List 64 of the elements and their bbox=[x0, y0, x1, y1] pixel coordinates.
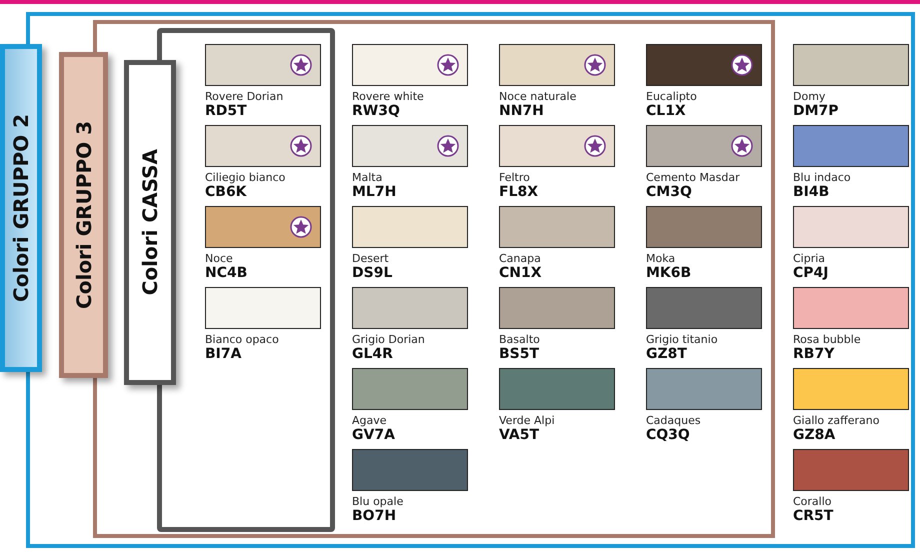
color-code: BI4B bbox=[793, 184, 830, 200]
color-code: GZ8T bbox=[646, 346, 688, 362]
color-code: CM3Q bbox=[646, 184, 693, 200]
color-name: Rovere white bbox=[352, 91, 425, 103]
color-name: Blu indaco bbox=[793, 172, 852, 184]
color-code: ML7H bbox=[352, 184, 398, 200]
color-name: Domy bbox=[793, 91, 826, 103]
color-code: VA5T bbox=[499, 427, 540, 443]
star-badge-icon bbox=[290, 54, 312, 76]
color-name: Basalto bbox=[499, 334, 541, 346]
color-name: Grigio titanio bbox=[646, 334, 719, 346]
color-code: CP4J bbox=[793, 265, 830, 281]
color-name: Blu opale bbox=[352, 496, 404, 508]
color-code: CR5T bbox=[793, 508, 834, 524]
star-badge-icon bbox=[437, 135, 459, 157]
color-code: RW3Q bbox=[352, 103, 401, 119]
star-badge-icon bbox=[584, 135, 606, 157]
color-name: Verde Alpi bbox=[499, 415, 556, 427]
color-name: Grigio Dorian bbox=[352, 334, 426, 346]
color-code: BS5T bbox=[499, 346, 540, 362]
color-code: FL8X bbox=[499, 184, 540, 200]
color-name: Giallo zafferano bbox=[793, 415, 880, 427]
star-badge-icon bbox=[731, 54, 753, 76]
color-name: Feltro bbox=[499, 172, 531, 184]
color-code: GL4R bbox=[352, 346, 394, 362]
color-name: Cipria bbox=[793, 253, 826, 265]
color-name: Malta bbox=[352, 172, 384, 184]
group-label: Colori GRUPPO 2 bbox=[0, 44, 42, 372]
color-code: CN1X bbox=[499, 265, 543, 281]
color-name: Cadaques bbox=[646, 415, 702, 427]
color-name: Eucalipto bbox=[646, 91, 698, 103]
star-badge-icon bbox=[437, 54, 459, 76]
color-code: BI7A bbox=[205, 346, 242, 362]
color-code: GZ8A bbox=[793, 427, 836, 443]
color-code: CL1X bbox=[646, 103, 687, 119]
group-label: Colori CASSA bbox=[124, 60, 176, 385]
color-code: CQ3Q bbox=[646, 427, 691, 443]
star-badge-icon bbox=[731, 135, 753, 157]
color-code: BO7H bbox=[352, 508, 398, 524]
color-name: Moka bbox=[646, 253, 676, 265]
color-name: Rosa bubble bbox=[793, 334, 862, 346]
color-name: Cemento Masdar bbox=[646, 172, 741, 184]
color-name: Canapa bbox=[499, 253, 542, 265]
star-badge-icon bbox=[290, 135, 312, 157]
color-code: DM7P bbox=[793, 103, 840, 119]
color-name: Ciliegio bianco bbox=[205, 172, 286, 184]
color-name: Agave bbox=[352, 415, 388, 427]
star-badge-icon bbox=[584, 54, 606, 76]
color-name: Rovere Dorian bbox=[205, 91, 284, 103]
group-label: Colori GRUPPO 3 bbox=[59, 52, 108, 378]
color-code: MK6B bbox=[646, 265, 692, 281]
color-code: RD5T bbox=[205, 103, 248, 119]
color-name: Noce naturale bbox=[499, 91, 578, 103]
color-code: GV7A bbox=[352, 427, 396, 443]
color-code: CB6K bbox=[205, 184, 248, 200]
star-badge-icon bbox=[290, 216, 312, 238]
color-code: NC4B bbox=[205, 265, 248, 281]
color-name: Desert bbox=[352, 253, 390, 265]
color-name: Bianco opaco bbox=[205, 334, 280, 346]
color-code: DS9L bbox=[352, 265, 394, 281]
color-name: Corallo bbox=[793, 496, 833, 508]
color-code: NN7H bbox=[499, 103, 545, 119]
color-code: RB7Y bbox=[793, 346, 836, 362]
color-name: Noce bbox=[205, 253, 234, 265]
